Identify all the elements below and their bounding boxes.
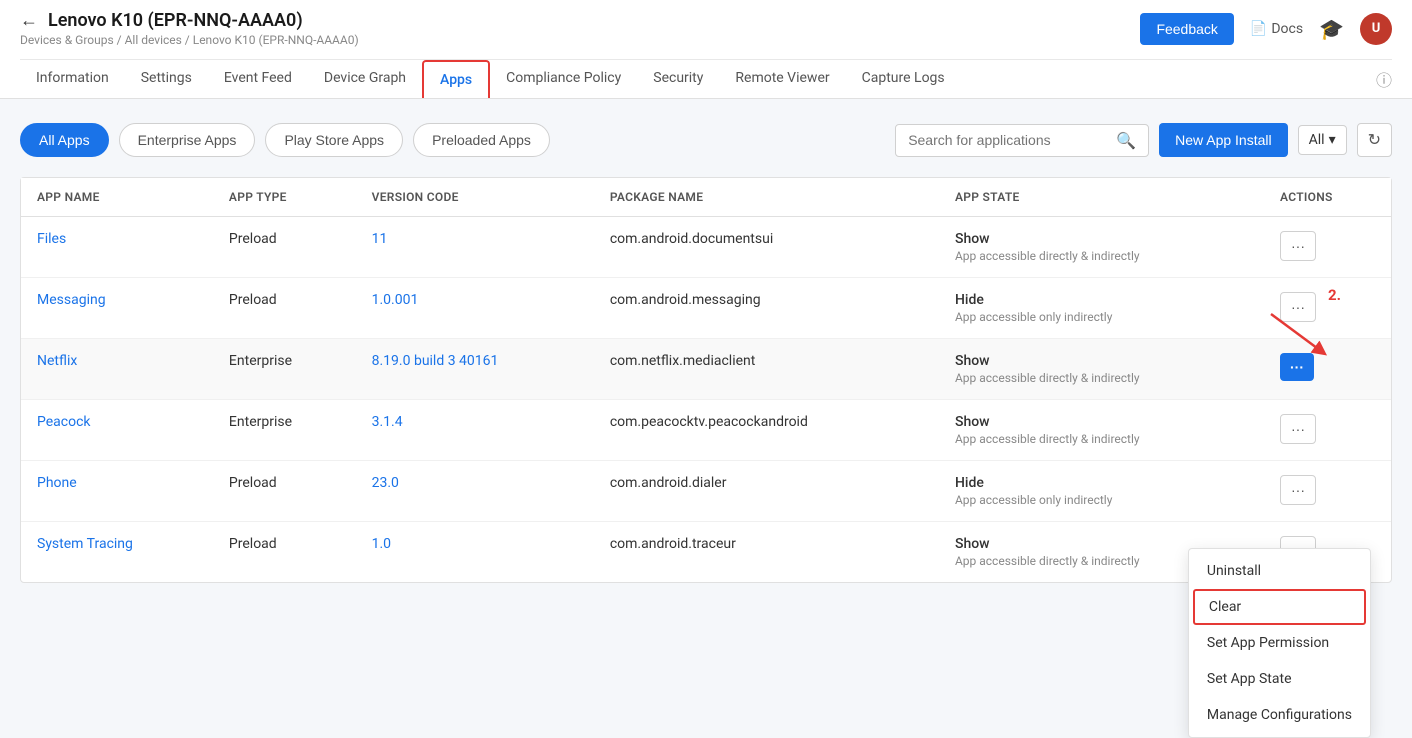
app-state-desc: App accessible only indirectly xyxy=(955,493,1248,507)
app-state: Show App accessible directly & indirectl… xyxy=(939,339,1264,400)
search-icon: 🔍 xyxy=(1116,131,1136,150)
all-apps-filter[interactable]: All Apps xyxy=(20,123,109,157)
app-state-label: Show xyxy=(955,414,1248,430)
app-state-desc: App accessible only indirectly xyxy=(955,310,1248,324)
tab-capture-logs[interactable]: Capture Logs xyxy=(846,60,961,98)
app-state-label: Hide xyxy=(955,292,1248,308)
back-arrow-icon[interactable]: ← xyxy=(20,10,38,31)
package-name: com.android.documentsui xyxy=(594,217,939,278)
table-row: System Tracing Preload 1.0 com.android.t… xyxy=(21,522,1391,583)
table-row: Files Preload 11 com.android.documentsui… xyxy=(21,217,1391,278)
app-name-link[interactable]: Peacock xyxy=(37,414,91,430)
info-icon[interactable]: ⓘ xyxy=(1376,67,1392,91)
col-app-name: App Name xyxy=(21,178,213,217)
actions-button[interactable]: ··· xyxy=(1280,414,1316,444)
package-name: com.android.dialer xyxy=(594,461,939,522)
actions-cell: ··· xyxy=(1264,217,1391,278)
actions-cell: ··· xyxy=(1264,339,1391,400)
search-input[interactable] xyxy=(908,132,1108,148)
breadcrumb: Devices & Groups / All devices / Lenovo … xyxy=(20,33,359,47)
actions-cell: ··· xyxy=(1264,400,1391,461)
app-state: Hide App accessible only indirectly xyxy=(939,278,1264,339)
app-state: Show App accessible directly & indirectl… xyxy=(939,400,1264,461)
table-row: Peacock Enterprise 3.1.4 com.peacocktv.p… xyxy=(21,400,1391,461)
graduation-cap-icon[interactable]: 🎓 xyxy=(1319,17,1344,41)
package-name: com.netflix.mediaclient xyxy=(594,339,939,400)
actions-button[interactable]: ··· xyxy=(1280,475,1316,505)
package-name: com.peacocktv.peacockandroid xyxy=(594,400,939,461)
package-name: com.android.messaging xyxy=(594,278,939,339)
app-type: Enterprise xyxy=(213,339,356,400)
version-code: 11 xyxy=(356,217,594,278)
col-app-type: App Type xyxy=(213,178,356,217)
avatar[interactable]: U xyxy=(1360,13,1392,45)
tab-security[interactable]: Security xyxy=(637,60,719,98)
table-row: Netflix Enterprise 8.19.0 build 3 40161 … xyxy=(21,339,1391,400)
dropdown-item-set-app-state[interactable]: Set App State xyxy=(1189,661,1370,697)
app-state-label: Hide xyxy=(955,475,1248,491)
app-name-link[interactable]: System Tracing xyxy=(37,536,133,552)
tab-compliance-policy[interactable]: Compliance Policy xyxy=(490,60,637,98)
app-type: Preload xyxy=(213,278,356,339)
actions-cell: 2. ··· xyxy=(1264,278,1391,339)
col-version-code: Version Code xyxy=(356,178,594,217)
app-state-label: Show xyxy=(955,353,1248,369)
chevron-down-icon: ▾ xyxy=(1329,132,1336,148)
package-name: com.android.traceur xyxy=(594,522,939,583)
device-name: Lenovo K10 (EPR-NNQ-AAAA0) xyxy=(48,10,303,31)
version-code: 1.0 xyxy=(356,522,594,583)
app-name-link[interactable]: Files xyxy=(37,231,66,247)
col-package-name: Package Name xyxy=(594,178,939,217)
refresh-button[interactable]: ↻ xyxy=(1357,123,1392,157)
app-type: Enterprise xyxy=(213,400,356,461)
enterprise-apps-filter[interactable]: Enterprise Apps xyxy=(119,123,256,157)
dropdown-item-set-app-permission[interactable]: Set App Permission xyxy=(1189,625,1370,661)
tab-apps[interactable]: Apps xyxy=(422,60,490,98)
dropdown-item-manage-configurations[interactable]: Manage Configurations xyxy=(1189,697,1370,733)
tab-settings[interactable]: Settings xyxy=(125,60,208,98)
feedback-button[interactable]: Feedback xyxy=(1140,13,1233,45)
version-code: 23.0 xyxy=(356,461,594,522)
app-type: Preload xyxy=(213,522,356,583)
app-name-link[interactable]: Netflix xyxy=(37,353,77,369)
actions-button[interactable]: ··· xyxy=(1280,292,1316,322)
new-app-install-button[interactable]: New App Install xyxy=(1159,123,1288,157)
app-state-label: Show xyxy=(955,231,1248,247)
version-code: 1.0.001 xyxy=(356,278,594,339)
app-state-desc: App accessible directly & indirectly xyxy=(955,371,1248,385)
play-store-apps-filter[interactable]: Play Store Apps xyxy=(265,123,403,157)
actions-cell: ··· xyxy=(1264,461,1391,522)
app-name-link[interactable]: Phone xyxy=(37,475,77,491)
col-app-state: App State xyxy=(939,178,1264,217)
actions-button[interactable]: ··· xyxy=(1280,231,1316,261)
tab-device-graph[interactable]: Device Graph xyxy=(308,60,422,98)
app-state-desc: App accessible directly & indirectly xyxy=(955,432,1248,446)
actions-button-active[interactable]: ··· xyxy=(1280,353,1314,381)
preloaded-apps-filter[interactable]: Preloaded Apps xyxy=(413,123,550,157)
app-name-link[interactable]: Messaging xyxy=(37,292,106,308)
table-row: Phone Preload 23.0 com.android.dialer Hi… xyxy=(21,461,1391,522)
filter-all-dropdown[interactable]: All ▾ xyxy=(1298,125,1347,155)
docs-icon: 📄 xyxy=(1250,21,1267,37)
app-state-desc: App accessible directly & indirectly xyxy=(955,249,1248,263)
app-state: Hide App accessible only indirectly xyxy=(939,461,1264,522)
col-actions: Actions xyxy=(1264,178,1391,217)
dropdown-item-uninstall[interactable]: Uninstall xyxy=(1189,553,1370,589)
tab-remote-viewer[interactable]: Remote Viewer xyxy=(719,60,845,98)
app-type: Preload xyxy=(213,217,356,278)
tab-event-feed[interactable]: Event Feed xyxy=(208,60,308,98)
app-type: Preload xyxy=(213,461,356,522)
annotation-2: 2. xyxy=(1328,286,1341,304)
app-state: Show App accessible directly & indirectl… xyxy=(939,217,1264,278)
docs-link[interactable]: 📄 Docs xyxy=(1250,21,1303,37)
tab-information[interactable]: Information xyxy=(20,60,125,98)
table-row: Messaging Preload 1.0.001 com.android.me… xyxy=(21,278,1391,339)
actions-dropdown-menu: Uninstall Clear Set App Permission Set A… xyxy=(1188,548,1371,738)
version-code: 8.19.0 build 3 40161 xyxy=(356,339,594,400)
version-code: 3.1.4 xyxy=(356,400,594,461)
dropdown-item-clear[interactable]: Clear xyxy=(1193,589,1366,625)
